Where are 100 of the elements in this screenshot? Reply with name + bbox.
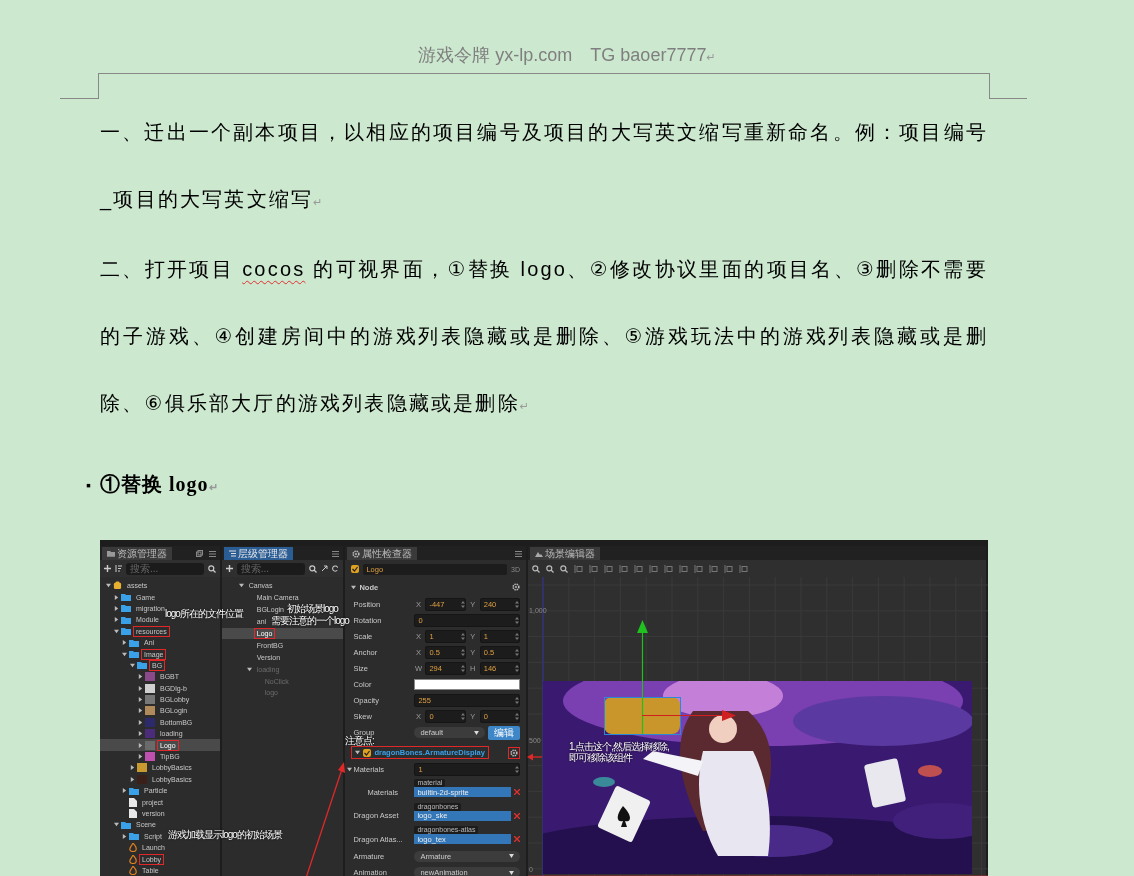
caret-icon[interactable] bbox=[347, 767, 353, 773]
zoom-icon[interactable] bbox=[532, 564, 541, 573]
panel-tab[interactable]: 属性检查器 bbox=[347, 547, 418, 560]
search-icon[interactable] bbox=[207, 564, 216, 573]
caret-icon[interactable] bbox=[122, 640, 127, 646]
caret-icon[interactable] bbox=[351, 584, 357, 590]
caret-icon[interactable] bbox=[114, 822, 119, 828]
window-icon[interactable] bbox=[195, 550, 203, 557]
spinner-icon[interactable] bbox=[460, 631, 465, 641]
checkbox[interactable] bbox=[351, 565, 360, 573]
annotation-arrow bbox=[527, 753, 542, 761]
caret-icon[interactable] bbox=[122, 651, 127, 657]
search-field[interactable]: 搜索... bbox=[126, 562, 204, 575]
panel-tab[interactable]: 场景编辑器 bbox=[530, 547, 601, 560]
caret-icon[interactable] bbox=[138, 742, 143, 748]
add-icon[interactable] bbox=[225, 565, 233, 572]
caret-icon[interactable] bbox=[138, 731, 143, 737]
remove-icon[interactable] bbox=[514, 836, 521, 843]
menu-icon[interactable] bbox=[515, 550, 523, 557]
spinner-icon[interactable] bbox=[515, 765, 520, 775]
align-icon[interactable] bbox=[619, 564, 629, 573]
package-icon bbox=[113, 581, 122, 591]
mountain-icon bbox=[535, 550, 544, 557]
search-icon[interactable] bbox=[309, 564, 318, 573]
folder-icon bbox=[129, 786, 139, 795]
sort-icon[interactable] bbox=[115, 565, 122, 572]
spinner-icon[interactable] bbox=[460, 663, 465, 673]
caret-icon[interactable] bbox=[138, 719, 143, 725]
caret-icon[interactable] bbox=[114, 594, 119, 600]
panel-tab[interactable]: 资源管理器 bbox=[102, 547, 172, 560]
dropdown-caret-icon bbox=[509, 870, 515, 875]
spinner-icon[interactable] bbox=[515, 647, 520, 657]
panel-tab[interactable]: 层级管理器 bbox=[223, 547, 293, 560]
refresh-icon[interactable] bbox=[332, 565, 340, 572]
annotation-text: 游戏加载显示logo的初始场景 bbox=[168, 829, 282, 840]
annotation-text: 初始场景logo bbox=[287, 603, 338, 614]
paragraph: 一、迁出一个副本项目，以相应的项目编号及项目的大写英文缩写重新命名。例：项目编号_项目的大写英文缩写↵ bbox=[100, 120, 988, 213]
annotation-text: 注意点: bbox=[345, 735, 374, 746]
edit-button[interactable]: 编辑 bbox=[488, 725, 521, 740]
align-icon[interactable] bbox=[694, 564, 704, 573]
align-icon[interactable] bbox=[724, 564, 734, 573]
spinner-icon[interactable] bbox=[515, 712, 520, 722]
zoom-icon[interactable] bbox=[546, 564, 555, 573]
caret-icon[interactable] bbox=[114, 605, 119, 611]
spinner-icon[interactable] bbox=[460, 599, 465, 609]
caret-icon[interactable] bbox=[138, 708, 143, 714]
dropdown-caret-icon bbox=[509, 854, 515, 859]
caret-icon[interactable] bbox=[130, 662, 135, 668]
zoom-icon[interactable] bbox=[560, 564, 569, 573]
caret-icon[interactable] bbox=[122, 833, 127, 839]
align-icon[interactable] bbox=[664, 564, 674, 573]
remove-icon[interactable] bbox=[514, 789, 521, 796]
align-icon[interactable] bbox=[604, 564, 614, 573]
caret-icon[interactable] bbox=[130, 776, 135, 782]
locate-icon[interactable] bbox=[321, 565, 329, 572]
section-heading: ①替换 logo↵ bbox=[100, 472, 219, 498]
menu-icon[interactable] bbox=[208, 550, 216, 557]
folder-icon bbox=[107, 550, 115, 557]
caret-icon[interactable] bbox=[138, 754, 143, 760]
gear-icon[interactable] bbox=[510, 748, 519, 757]
annotation-text: 1.点击这个,然后选择移除, 即可移除该组件 bbox=[569, 741, 669, 763]
align-icon[interactable] bbox=[589, 564, 599, 573]
spinner-icon[interactable] bbox=[460, 712, 465, 722]
gear-icon[interactable] bbox=[352, 549, 361, 558]
paragraph: 二、打开项目 cocos 的可视界面，①替换 logo、②修改协议里面的项目名、③删除不需要的子游戏、④创建房间中的游戏列表隐藏或是删除、⑤游戏玩法中的游戏列表隐藏或是删除、⑥俱乐部大厅的游戏列表隐藏或是删除↵ bbox=[100, 257, 988, 416]
header-text: 游戏令牌 yx-lp.com TG baoer7777↵ bbox=[418, 44, 716, 67]
y-axis-arrow[interactable] bbox=[637, 620, 649, 734]
checkbox[interactable] bbox=[363, 748, 372, 757]
caret-icon[interactable] bbox=[114, 628, 119, 634]
spinner-icon[interactable] bbox=[515, 696, 520, 706]
align-icon[interactable] bbox=[679, 564, 689, 573]
align-icon[interactable] bbox=[739, 564, 749, 573]
caret-icon[interactable] bbox=[122, 788, 127, 794]
align-icon[interactable] bbox=[634, 564, 644, 573]
menu-icon[interactable] bbox=[332, 550, 340, 557]
spinner-icon[interactable] bbox=[515, 663, 520, 673]
align-icon[interactable] bbox=[709, 564, 719, 573]
gear-icon[interactable] bbox=[512, 583, 521, 591]
caret-icon[interactable] bbox=[138, 697, 143, 703]
caret-icon[interactable] bbox=[138, 685, 143, 691]
align-icon[interactable] bbox=[574, 564, 584, 573]
caret-icon[interactable] bbox=[130, 765, 135, 771]
dropdown-caret-icon bbox=[474, 730, 480, 735]
align-icon[interactable] bbox=[649, 564, 659, 573]
caret-icon[interactable] bbox=[238, 583, 244, 589]
x-axis-arrow[interactable] bbox=[642, 710, 737, 721]
caret-icon[interactable] bbox=[138, 674, 143, 680]
list-icon bbox=[228, 550, 236, 557]
spinner-icon[interactable] bbox=[460, 647, 465, 657]
caret-icon[interactable] bbox=[355, 750, 361, 756]
spinner-icon[interactable] bbox=[515, 631, 520, 641]
annotation-text: 需要注意的一个logo bbox=[271, 615, 349, 626]
spinner-icon[interactable] bbox=[515, 599, 520, 609]
caret-icon[interactable] bbox=[106, 583, 111, 589]
add-icon[interactable] bbox=[104, 565, 111, 572]
spinner-icon[interactable] bbox=[515, 615, 520, 625]
remove-icon[interactable] bbox=[514, 812, 521, 819]
color-swatch[interactable] bbox=[414, 679, 521, 690]
caret-icon[interactable] bbox=[114, 617, 119, 623]
search-field[interactable]: 搜索... bbox=[236, 562, 306, 575]
